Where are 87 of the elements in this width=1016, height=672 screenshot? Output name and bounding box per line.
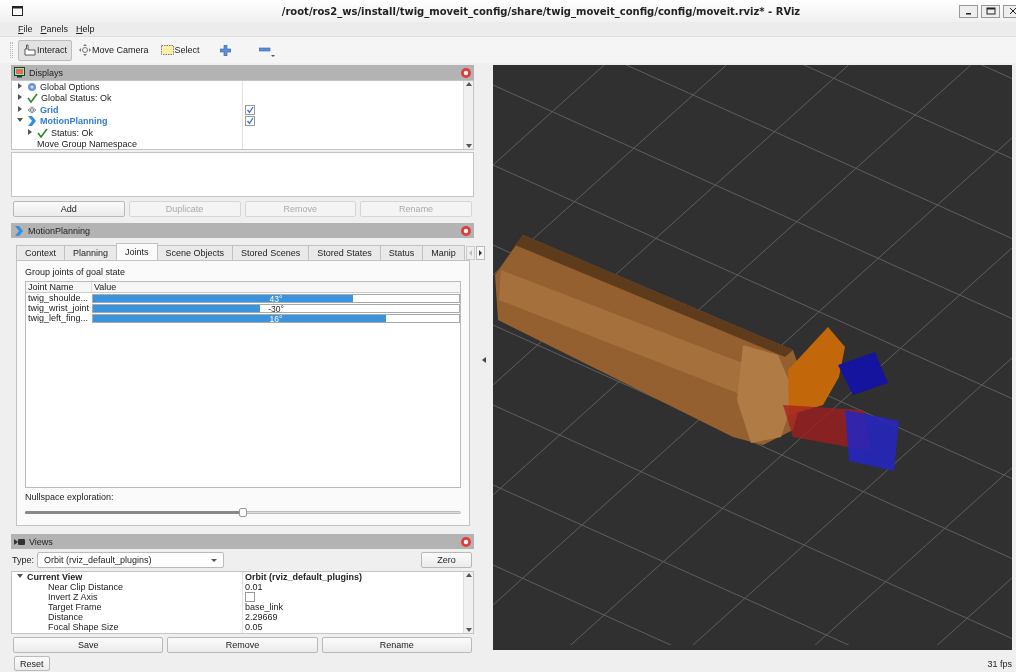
collapse-arrow-icon <box>16 572 24 580</box>
checkbox[interactable] <box>245 116 255 127</box>
tool-button[interactable]: Select <box>155 39 205 61</box>
collapse-arrow-icon <box>481 357 486 363</box>
tool-button[interactable]: Interact <box>18 39 72 61</box>
tab[interactable]: Stored States <box>308 245 381 260</box>
property-name[interactable]: Near Clip Distance <box>48 582 124 592</box>
column-header: Value <box>93 282 118 292</box>
plus-icon <box>219 44 231 56</box>
zero-button[interactable]: Zero <box>421 552 472 568</box>
scroll-right-icon <box>475 246 485 260</box>
tab[interactable]: Joints <box>116 243 158 260</box>
maximize-button[interactable] <box>981 4 1000 18</box>
slider-label: Nullspace exploration: <box>25 492 115 502</box>
checkbox[interactable] <box>245 104 255 115</box>
camera-icon <box>14 537 25 546</box>
tab[interactable]: Scene Objects <box>156 245 234 260</box>
property-value: 2.29669 <box>245 612 278 622</box>
gear-icon <box>27 81 37 92</box>
tool-button[interactable]: Move Camera <box>74 39 154 61</box>
property-value: 0.05 <box>245 622 263 632</box>
joint-name: twig_shoulde... <box>27 293 90 303</box>
tab[interactable]: Context <box>16 245 66 260</box>
view-type-dropdown[interactable]: Orbit (rviz_default_plugins) <box>37 552 224 568</box>
joint-name: twig_left_fing... <box>27 313 90 323</box>
display-item[interactable]: Global Options <box>40 81 100 92</box>
checkbox[interactable] <box>245 592 255 602</box>
close-icon <box>461 536 471 547</box>
property-value: Orbit (rviz_default_plugins) <box>245 572 362 582</box>
tab[interactable]: Stored Scenes <box>232 245 310 260</box>
maximize-icon <box>985 7 996 15</box>
column-header: Joint Name <box>26 282 92 292</box>
scroll-down-icon <box>464 627 473 633</box>
field-label: Type: <box>12 555 34 565</box>
slider-thumb[interactable] <box>239 508 247 517</box>
panel-title: Views <box>29 536 53 547</box>
window-title: /root/ros2_ws/install/twig_moveit_config/share/twig_moveit_config/config/moveit.rviz* - RViz <box>280 5 802 17</box>
display-item[interactable]: MotionPlanning <box>40 116 108 127</box>
property-name[interactable]: Focal Shape Size <box>48 622 119 632</box>
panel-title: Displays <box>29 67 63 78</box>
tab[interactable]: Status <box>379 245 424 260</box>
view-button[interactable]: Rename <box>321 637 472 653</box>
menu-item[interactable]: File <box>18 24 33 34</box>
joint-slider[interactable]: -30° <box>92 303 460 313</box>
property-name[interactable]: Move Group Namespace <box>37 139 138 149</box>
view-button[interactable]: Save <box>13 637 164 653</box>
checkmark-icon <box>37 127 48 138</box>
property-value: base_link <box>245 602 284 612</box>
close-icon <box>461 67 471 78</box>
panel-title: MotionPlanning <box>28 225 91 236</box>
tab[interactable]: Planning <box>64 245 118 260</box>
selection-box-icon <box>160 44 174 56</box>
display-item[interactable]: Grid <box>40 104 59 115</box>
joint-value: 43° <box>269 293 283 304</box>
property-name[interactable]: Distance <box>48 612 83 622</box>
window-icon <box>12 6 23 16</box>
tab[interactable]: Manip <box>422 245 465 260</box>
menu-item[interactable]: Help <box>76 24 95 34</box>
property-value: 0.01 <box>245 582 263 592</box>
close-icon <box>461 225 471 236</box>
chevron-icon <box>14 225 24 236</box>
joint-value: -30° <box>268 303 284 314</box>
property-name[interactable]: Invert Z Axis <box>48 592 98 602</box>
scroll-down-icon <box>464 143 473 149</box>
expand-arrow-icon <box>26 127 34 136</box>
menu-item[interactable]: Panels <box>40 24 69 34</box>
caret-icon <box>211 558 217 562</box>
scroll-up-icon <box>464 572 473 578</box>
close-button[interactable] <box>1003 4 1016 18</box>
reset-button[interactable]: Reset <box>14 656 50 671</box>
checkmark-icon <box>27 93 38 104</box>
section-label: Group joints of goal state <box>25 267 127 277</box>
hand-icon <box>23 44 36 56</box>
joint-name: twig_wrist_joint <box>27 303 91 313</box>
panel-button[interactable]: Add <box>13 201 125 217</box>
fps-counter: 31 fps <box>987 658 1012 669</box>
joint-value: 16° <box>269 313 283 324</box>
monitor-icon <box>14 67 25 78</box>
status-item[interactable]: Global Status: Ok <box>41 93 112 104</box>
close-icon <box>1007 7 1016 15</box>
grid-icon <box>27 105 37 114</box>
property-name[interactable]: Current View <box>27 572 83 582</box>
property-name[interactable]: Target Frame <box>48 602 102 612</box>
view-button[interactable]: Remove <box>167 637 318 653</box>
status-item[interactable]: Status: Ok <box>51 127 94 138</box>
move-arrows-icon <box>79 44 91 56</box>
chevron-icon <box>27 116 37 127</box>
